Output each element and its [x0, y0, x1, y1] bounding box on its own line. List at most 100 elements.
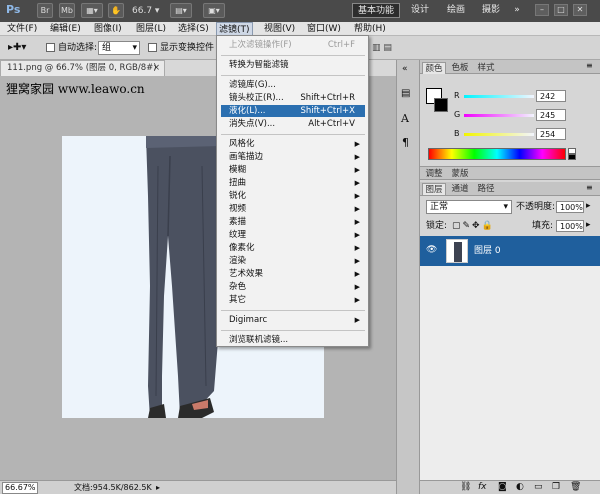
- link-layers-icon[interactable]: ⛓: [460, 481, 471, 494]
- filter-menu-item[interactable]: 转换为智能滤镜: [221, 59, 365, 71]
- opacity-field[interactable]: 100%: [556, 201, 584, 213]
- color-spectrum-bar[interactable]: [428, 148, 566, 160]
- zoom-status-field[interactable]: 66.67%: [2, 482, 38, 494]
- fx-icon[interactable]: fx: [478, 481, 487, 494]
- delete-layer-icon[interactable]: 🗑: [570, 481, 581, 494]
- auto-select-checkbox[interactable]: [46, 43, 55, 52]
- menu-help[interactable]: 帮助(H): [352, 22, 388, 36]
- filter-menu-item[interactable]: 消失点(V)... Alt+Ctrl+V: [221, 118, 365, 130]
- color-panel-tabs: 颜色 色板 样式 ≡: [420, 60, 600, 74]
- more-workspaces-icon[interactable]: »: [511, 3, 523, 18]
- blend-mode-value: 正常: [430, 202, 449, 212]
- menu-window[interactable]: 窗口(W): [305, 22, 343, 36]
- workspace-painting[interactable]: 绘画: [442, 3, 470, 18]
- status-menu-icon[interactable]: ▸: [156, 481, 166, 494]
- menu-select[interactable]: 选择(S): [176, 22, 211, 36]
- workspace-photography[interactable]: 摄影: [477, 3, 505, 18]
- filter-menu-item[interactable]: 视频 ▶: [221, 203, 365, 215]
- tab-adjustments[interactable]: 调整: [422, 168, 446, 180]
- filter-menu-item[interactable]: 模糊 ▶: [221, 164, 365, 176]
- layers-panel-menu-icon[interactable]: ≡: [586, 183, 598, 195]
- filter-menu-item[interactable]: 纹理 ▶: [221, 229, 365, 241]
- collapse-icon[interactable]: «: [402, 64, 414, 76]
- tab-color[interactable]: 颜色: [422, 62, 446, 74]
- filter-menu-item-label: 风格化: [229, 139, 255, 149]
- add-mask-icon[interactable]: ◙: [498, 481, 507, 494]
- application-bar: Ps Br Mb ▦▾ ✋ 66.7 ▾ ▤▾ ▣▾ 基本功能 设计 绘画 摄影…: [0, 0, 600, 22]
- arrange-documents-button[interactable]: ▤▾: [170, 3, 192, 18]
- menu-edit[interactable]: 编辑(E): [48, 22, 83, 36]
- zoom-level[interactable]: 66.7 ▾: [132, 4, 166, 18]
- extras-menu-button[interactable]: ▦▾: [81, 3, 103, 18]
- menu-layer[interactable]: 图层(L): [134, 22, 168, 36]
- workspace-essentials[interactable]: 基本功能: [352, 3, 400, 18]
- filter-menu-item[interactable]: 像素化 ▶: [221, 242, 365, 254]
- blend-mode-dropdown[interactable]: 正常 ▾: [426, 200, 512, 214]
- green-channel-slider[interactable]: [464, 114, 534, 117]
- layer-name[interactable]: 图层 0: [474, 244, 534, 258]
- filter-menu-item[interactable]: 镜头校正(R)... Shift+Ctrl+R: [221, 92, 365, 104]
- filter-menu-item[interactable]: 画笔描边 ▶: [221, 151, 365, 163]
- adjustment-layer-icon[interactable]: ◐: [516, 481, 524, 494]
- layer-row[interactable]: 👁 图层 0: [420, 236, 600, 266]
- filter-menu-item[interactable]: 风格化 ▶: [221, 138, 365, 150]
- hand-tool-button[interactable]: ✋: [108, 3, 124, 18]
- menu-image[interactable]: 图像(I): [92, 22, 124, 36]
- fill-field[interactable]: 100%: [556, 220, 584, 232]
- layer-thumbnail: [446, 239, 468, 263]
- align-icons[interactable]: ▥ ▤: [372, 41, 392, 55]
- tab-styles[interactable]: 样式: [474, 62, 498, 74]
- new-group-icon[interactable]: ▭: [534, 481, 543, 494]
- maximize-button[interactable]: □: [554, 4, 568, 16]
- filter-menu-item[interactable]: 锐化 ▶: [221, 190, 365, 202]
- paragraph-panel-icon[interactable]: ¶: [402, 136, 416, 150]
- filter-menu-item[interactable]: 素描 ▶: [221, 216, 365, 228]
- tab-layers[interactable]: 图层: [422, 183, 446, 195]
- filter-menu-item[interactable]: 渲染 ▶: [221, 255, 365, 267]
- auto-select-dropdown[interactable]: 组 ▾: [98, 41, 140, 55]
- filter-menu-item[interactable]: 其它 ▶: [221, 294, 365, 306]
- tab-channels[interactable]: 通道: [448, 183, 472, 195]
- bridge-button[interactable]: Br: [37, 3, 53, 18]
- opacity-arrow-icon[interactable]: ▸: [586, 201, 596, 213]
- red-channel-value[interactable]: 242: [536, 90, 566, 102]
- filter-menu-item[interactable]: 液化(L)... Shift+Ctrl+X: [221, 105, 365, 117]
- filter-menu-item[interactable]: 滤镜库(G)...: [221, 79, 365, 91]
- move-tool-preset[interactable]: ▸✚▾: [8, 41, 38, 55]
- close-button[interactable]: ✕: [573, 4, 587, 16]
- black-swatch[interactable]: [568, 154, 576, 160]
- background-color-swatch[interactable]: [434, 98, 448, 112]
- lock-label: 锁定:: [426, 221, 448, 231]
- filter-menu-item[interactable]: 浏览联机滤镜...: [221, 334, 365, 346]
- blue-channel-value[interactable]: 254: [536, 128, 566, 140]
- tab-paths[interactable]: 路径: [474, 183, 498, 195]
- visibility-eye-icon[interactable]: 👁: [426, 245, 438, 257]
- submenu-arrow-icon: ▶: [354, 140, 360, 148]
- green-channel-value[interactable]: 245: [536, 109, 566, 121]
- tab-masks[interactable]: 蒙版: [448, 168, 472, 180]
- new-layer-icon[interactable]: ❐: [552, 481, 560, 494]
- history-panel-icon[interactable]: ▤: [401, 88, 415, 102]
- document-tab[interactable]: 111.png @ 66.7% (图层 0, RGB/8#) ×: [0, 60, 165, 76]
- show-transform-checkbox[interactable]: [148, 43, 157, 52]
- screen-mode-button[interactable]: ▣▾: [203, 3, 225, 18]
- fill-arrow-icon[interactable]: ▸: [586, 220, 596, 232]
- filter-menu-item[interactable]: 杂色 ▶: [221, 281, 365, 293]
- filter-menu-item[interactable]: 扭曲 ▶: [221, 177, 365, 189]
- menu-view[interactable]: 视图(V): [262, 22, 297, 36]
- filter-menu-item[interactable]: 艺术效果 ▶: [221, 268, 365, 280]
- blue-channel-slider[interactable]: [464, 133, 534, 136]
- filter-menu-shortcut: Alt+Ctrl+V: [308, 119, 355, 129]
- filter-menu-item[interactable]: Digimarc ▶: [221, 314, 365, 326]
- character-panel-icon[interactable]: A: [401, 112, 415, 126]
- lock-icons[interactable]: ▢✎✥🔒: [452, 220, 502, 232]
- menu-filter[interactable]: 滤镜(T): [216, 22, 253, 36]
- close-document-icon[interactable]: ×: [153, 61, 160, 76]
- tab-swatches[interactable]: 色板: [448, 62, 472, 74]
- menu-file[interactable]: 文件(F): [5, 22, 39, 36]
- minimize-button[interactable]: –: [535, 4, 549, 16]
- red-channel-slider[interactable]: [464, 95, 534, 98]
- color-panel-menu-icon[interactable]: ≡: [586, 61, 598, 73]
- mini-bridge-button[interactable]: Mb: [59, 3, 75, 18]
- workspace-design[interactable]: 设计: [406, 3, 434, 18]
